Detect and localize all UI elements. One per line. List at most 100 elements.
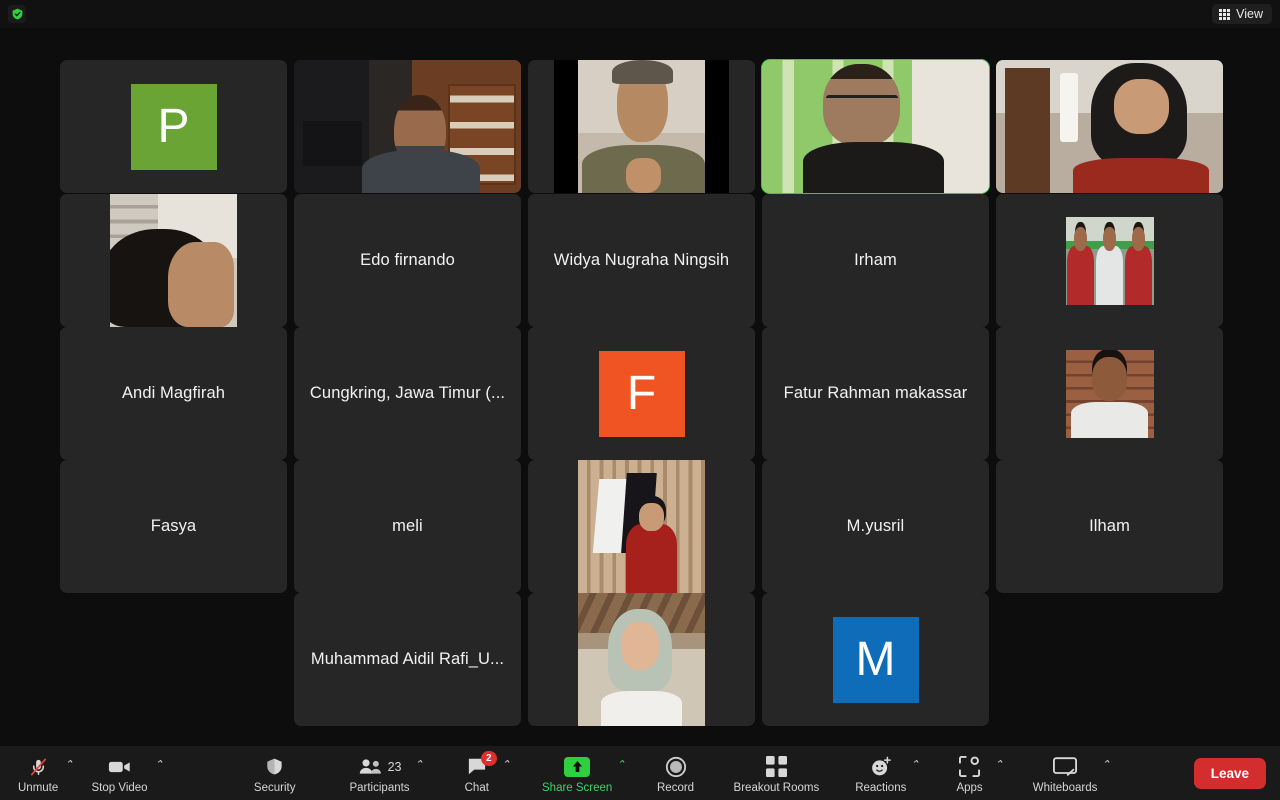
participant-tile[interactable]: M bbox=[762, 593, 989, 726]
share-screen-caret[interactable]: ⌄ bbox=[618, 757, 633, 769]
participant-name: Fatur Rahman makassar bbox=[783, 384, 968, 402]
video-detail bbox=[1091, 356, 1128, 401]
leave-button[interactable]: Leave bbox=[1193, 757, 1266, 789]
record-button[interactable]: Record bbox=[648, 751, 704, 796]
participant-avatar: M bbox=[832, 616, 919, 703]
chat-label: Chat bbox=[464, 781, 489, 794]
participant-video bbox=[578, 460, 705, 593]
participant-tile[interactable] bbox=[996, 60, 1223, 193]
video-detail bbox=[1125, 226, 1152, 305]
unmute-button[interactable]: Unmute bbox=[10, 751, 66, 796]
video-detail bbox=[1067, 226, 1094, 305]
chat-button[interactable]: 2 Chat bbox=[449, 750, 505, 796]
participant-tile[interactable] bbox=[528, 460, 755, 593]
record-circle-icon bbox=[665, 755, 687, 779]
view-button[interactable]: View bbox=[1212, 4, 1272, 24]
video-options-caret[interactable]: ⌄ bbox=[156, 757, 171, 769]
participant-name: Irham bbox=[854, 251, 897, 269]
participant-tile[interactable]: meli bbox=[294, 460, 521, 593]
participant-name: Cungkring, Jawa Timur (... bbox=[309, 384, 506, 402]
participant-tile[interactable]: Cungkring, Jawa Timur (... bbox=[294, 327, 521, 460]
video-frame bbox=[1065, 349, 1154, 438]
participant-tile[interactable]: Ilham bbox=[996, 460, 1223, 593]
share-screen-label: Share Screen bbox=[542, 781, 613, 794]
participant-tile[interactable]: Fasya bbox=[60, 460, 287, 593]
video-detail bbox=[1096, 226, 1123, 305]
gallery-row: Andi Magfirah Cungkring, Jawa Timur (... F… bbox=[60, 327, 1223, 460]
security-label: Security bbox=[253, 781, 296, 794]
meeting-toolbar: Unmute ⌄ Stop Video ⌄ Security 23 Partic… bbox=[0, 746, 1280, 800]
participant-tile[interactable]: Muhammad Aidil Rafi_U... bbox=[294, 593, 521, 726]
breakout-rooms-button[interactable]: Breakout Rooms bbox=[726, 751, 828, 796]
participant-tile[interactable] bbox=[528, 60, 755, 193]
grid-icon bbox=[1219, 8, 1231, 20]
participant-tile[interactable]: Irham bbox=[762, 194, 989, 327]
participant-avatar: P bbox=[130, 83, 217, 170]
participants-caret[interactable]: ⌄ bbox=[416, 757, 431, 769]
video-detail bbox=[825, 94, 899, 106]
participants-label: Participants bbox=[349, 781, 410, 794]
chat-caret[interactable]: ⌄ bbox=[503, 757, 518, 769]
participant-name: M.yusril bbox=[846, 517, 905, 535]
participant-name: Fasya bbox=[150, 517, 197, 535]
participant-video bbox=[554, 60, 729, 193]
participant-video bbox=[762, 60, 989, 193]
apps-caret[interactable]: ⌄ bbox=[996, 757, 1011, 769]
video-detail bbox=[393, 94, 447, 167]
participant-tile[interactable] bbox=[294, 60, 521, 193]
participant-tile[interactable] bbox=[996, 327, 1223, 460]
encryption-shield-check-icon[interactable] bbox=[8, 5, 26, 23]
security-button[interactable]: Security bbox=[246, 751, 304, 796]
participant-name: Ilham bbox=[1089, 517, 1130, 535]
shield-icon bbox=[265, 755, 284, 779]
stop-video-label: Stop Video bbox=[91, 781, 148, 794]
participant-tile[interactable]: M.yusril bbox=[762, 460, 989, 593]
apps-button[interactable]: Apps bbox=[942, 751, 998, 796]
participant-video bbox=[578, 593, 705, 726]
participant-avatar: F bbox=[598, 350, 685, 437]
participant-tile[interactable] bbox=[996, 194, 1223, 327]
whiteboards-caret[interactable]: ⌄ bbox=[1103, 757, 1118, 769]
participant-tile[interactable]: Andi Magfirah bbox=[60, 327, 287, 460]
share-screen-button[interactable]: Share Screen bbox=[534, 751, 620, 796]
participant-tile[interactable]: Widya Nugraha Ningsih bbox=[528, 194, 755, 327]
video-detail bbox=[1073, 158, 1210, 193]
video-detail bbox=[802, 142, 944, 193]
participant-gallery: P Edo firnando Widya Nugraha Ningsih Irham A… bbox=[0, 28, 1280, 746]
participant-tile[interactable]: Edo firnando bbox=[294, 194, 521, 327]
video-detail bbox=[600, 691, 683, 726]
participant-tile[interactable]: Fatur Rahman makassar bbox=[762, 327, 989, 460]
unmute-label: Unmute bbox=[18, 781, 59, 794]
participant-name: Muhammad Aidil Rafi_U... bbox=[310, 650, 505, 668]
participants-button[interactable]: 23 Participants bbox=[341, 751, 417, 796]
people-icon: 23 bbox=[358, 755, 401, 779]
video-detail bbox=[625, 158, 661, 193]
audio-options-caret[interactable]: ⌄ bbox=[66, 757, 81, 769]
participant-tile[interactable] bbox=[528, 593, 755, 726]
video-detail bbox=[168, 241, 235, 327]
participant-tile[interactable] bbox=[761, 59, 990, 194]
participant-tile[interactable] bbox=[60, 194, 287, 327]
reactions-button[interactable]: Reactions bbox=[847, 751, 914, 796]
apps-icon bbox=[959, 755, 981, 779]
gallery-row: Edo firnando Widya Nugraha Ningsih Irham bbox=[60, 194, 1223, 327]
participant-video bbox=[110, 194, 237, 327]
video-detail bbox=[303, 121, 363, 167]
participant-tile[interactable]: P bbox=[60, 60, 287, 193]
letterbox-bar bbox=[554, 60, 578, 193]
video-detail bbox=[626, 503, 678, 593]
participant-name: Widya Nugraha Ningsih bbox=[553, 251, 730, 269]
video-detail bbox=[1070, 402, 1149, 438]
stop-video-button[interactable]: Stop Video bbox=[84, 751, 156, 796]
participant-tile[interactable]: F bbox=[528, 327, 755, 460]
participant-video bbox=[294, 60, 521, 193]
whiteboards-label: Whiteboards bbox=[1032, 781, 1098, 794]
participant-video bbox=[996, 60, 1223, 193]
participant-name: Edo firnando bbox=[360, 251, 455, 269]
gallery-row: Muhammad Aidil Rafi_U... M bbox=[294, 593, 989, 726]
smiley-plus-icon bbox=[870, 755, 892, 779]
whiteboards-button[interactable]: Whiteboards bbox=[1025, 751, 1106, 796]
video-detail bbox=[1059, 73, 1078, 143]
reactions-caret[interactable]: ⌄ bbox=[912, 757, 927, 769]
reactions-label: Reactions bbox=[855, 781, 907, 794]
